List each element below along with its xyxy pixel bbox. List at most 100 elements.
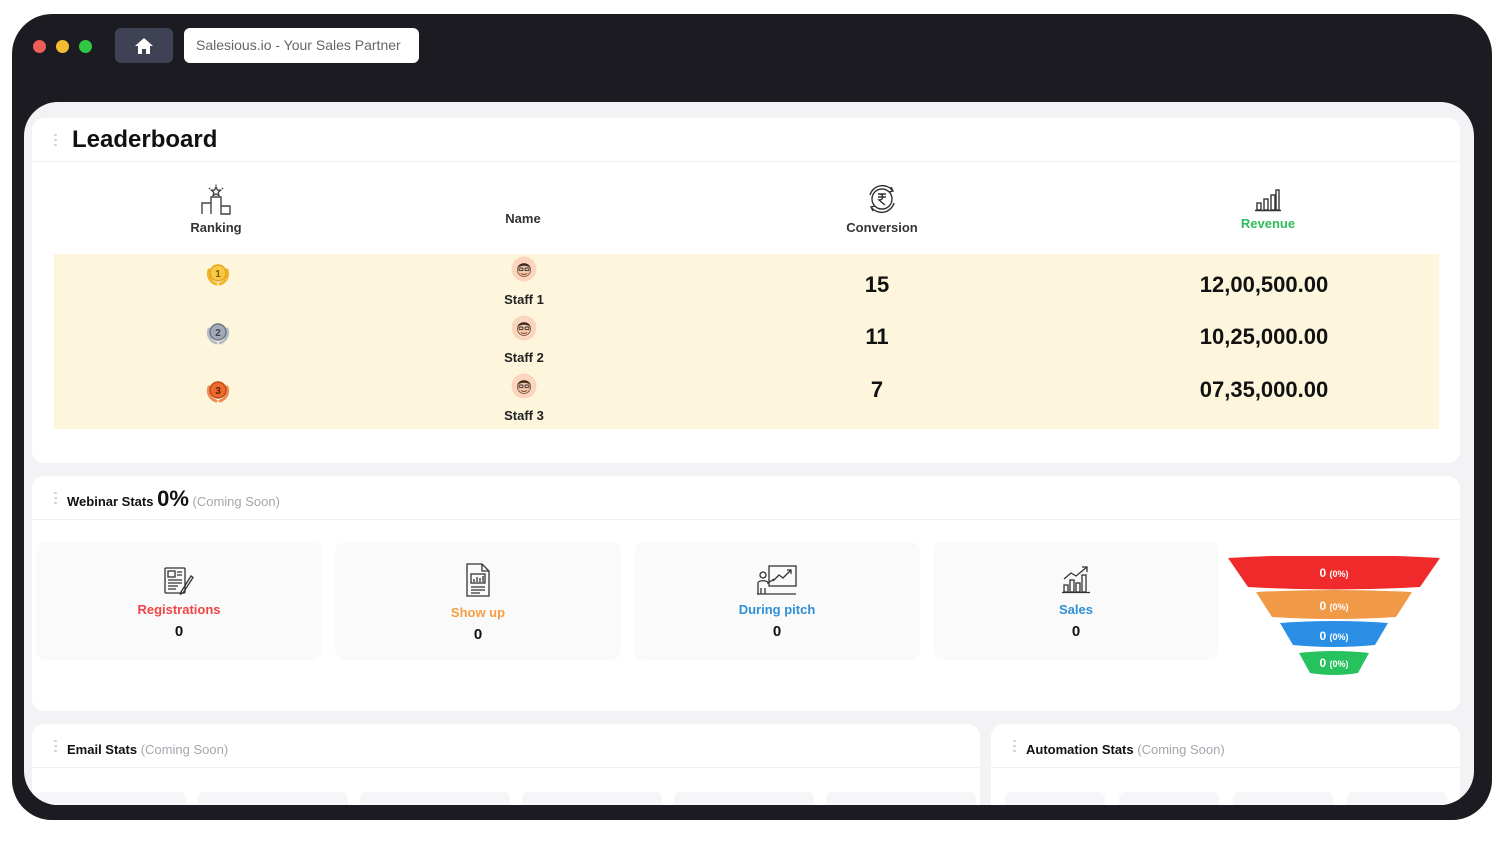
- automation-stats-header: Automation Stats (Coming Soon): [991, 724, 1460, 768]
- stat-label: During pitch: [738, 602, 816, 617]
- funnel-percent: (0%): [1329, 659, 1349, 669]
- app-viewport: Leaderboard Ranking Name Conversion Reve…: [24, 102, 1474, 805]
- column-revenue: Revenue: [1208, 188, 1328, 231]
- funnel-value: 0: [1319, 599, 1327, 613]
- drag-handle-icon[interactable]: [54, 740, 57, 752]
- placeholder-box: [1119, 792, 1219, 805]
- funnel-label-2: 0 (0%): [1284, 599, 1384, 613]
- conversion-value: 11: [865, 324, 889, 349]
- podium-icon: [201, 184, 231, 215]
- placeholder-box: [36, 792, 186, 805]
- funnel-label-4: 0 (0%): [1284, 656, 1384, 670]
- registrations-icon: [164, 567, 194, 596]
- stat-label: Sales: [1059, 602, 1093, 617]
- column-ranking: Ranking: [166, 184, 266, 235]
- leaderboard-rows: 1 Staff 1 15 12,00,500.00 2 Staff 2 11 1…: [54, 254, 1439, 429]
- medal-rank-2: 2: [215, 328, 221, 339]
- automation-stats-card: Automation Stats (Coming Soon): [991, 724, 1460, 805]
- avatar-icon: [511, 373, 537, 399]
- conversion-value: 15: [864, 272, 890, 297]
- conversion-value: 7: [870, 377, 884, 402]
- medal-rank-1: 1: [215, 269, 221, 280]
- email-stats-card: Email Stats (Coming Soon): [32, 724, 980, 805]
- drag-handle-icon[interactable]: [54, 492, 57, 504]
- leaderboard-card: Leaderboard Ranking Name Conversion Reve…: [32, 118, 1460, 463]
- silver-medal-icon: 2: [206, 323, 230, 345]
- stat-value: 0: [473, 626, 483, 643]
- stat-show-up: Show up 0: [335, 542, 621, 660]
- bronze-medal-icon: 3: [206, 381, 230, 403]
- close-window-dot[interactable]: [33, 40, 46, 53]
- email-stats-header: Email Stats (Coming Soon): [32, 724, 980, 768]
- placeholder-box: [522, 792, 662, 805]
- placeholder-box: [1005, 792, 1105, 805]
- coming-soon-label: (Coming Soon): [140, 742, 229, 757]
- stat-sales: Sales 0: [933, 542, 1219, 660]
- email-stats-label: Email Stats: [67, 742, 138, 757]
- placeholder-box: [674, 792, 814, 805]
- browser-window: Salesious.io - Your Sales Partner Leader…: [12, 14, 1492, 820]
- home-icon: [135, 37, 153, 54]
- gold-medal-icon: 1: [206, 264, 230, 286]
- minimize-window-dot[interactable]: [56, 40, 69, 53]
- staff-name: Staff 3: [504, 408, 544, 423]
- leaderboard-header: Leaderboard: [32, 118, 1460, 162]
- webinar-stats-percent: 0%: [157, 486, 189, 511]
- avatar-icon: [511, 315, 537, 341]
- placeholder-box: [1233, 792, 1333, 805]
- coming-soon-label: (Coming Soon): [1137, 742, 1225, 757]
- funnel-percent: (0%): [1329, 569, 1349, 579]
- email-stats-title: Email Stats (Coming Soon): [67, 742, 228, 757]
- document-chart-icon: [466, 563, 490, 597]
- home-button[interactable]: [115, 28, 173, 63]
- staff-name: Staff 2: [504, 350, 544, 365]
- stat-value: 0: [772, 623, 782, 640]
- funnel-percent: (0%): [1329, 602, 1349, 612]
- rupee-cycle-icon: [869, 184, 895, 214]
- revenue-value: 10,25,000.00: [1199, 324, 1329, 349]
- stat-registrations: Registrations 0: [36, 542, 322, 660]
- presentation-icon: [757, 565, 797, 595]
- stat-value: 0: [174, 623, 184, 640]
- column-conversion: Conversion: [822, 182, 942, 235]
- column-name-label: Name: [505, 211, 541, 226]
- webinar-stats-label: Webinar Stats: [67, 494, 154, 509]
- webinar-stats-header: Webinar Stats 0% (Coming Soon): [32, 476, 1460, 520]
- stat-label: Registrations: [137, 602, 221, 617]
- staff-name: Staff 1: [504, 292, 544, 307]
- funnel-value: 0: [1319, 566, 1327, 580]
- column-conversion-label: Conversion: [846, 220, 918, 235]
- drag-handle-icon[interactable]: [1013, 740, 1016, 752]
- funnel-value: 0: [1319, 656, 1327, 670]
- webinar-stats-title: Webinar Stats 0% (Coming Soon): [67, 486, 280, 512]
- funnel-value: 0: [1319, 629, 1327, 643]
- leaderboard-title: Leaderboard: [72, 126, 218, 153]
- webinar-stats-card: Webinar Stats 0% (Coming Soon) Registrat…: [32, 476, 1460, 711]
- maximize-window-dot[interactable]: [79, 40, 92, 53]
- placeholder-box: [1347, 792, 1447, 805]
- revenue-value: 07,35,000.00: [1199, 377, 1329, 402]
- automation-stats-title: Automation Stats (Coming Soon): [1026, 742, 1225, 757]
- column-name: Name: [473, 211, 573, 226]
- funnel-percent: (0%): [1329, 632, 1349, 642]
- column-revenue-label: Revenue: [1240, 216, 1296, 231]
- conversion-funnel: 0 (0%) 0 (0%) 0 (0%) 0 (0%): [1224, 556, 1444, 686]
- stat-during-pitch: During pitch 0: [634, 542, 920, 660]
- placeholder-box: [360, 792, 510, 805]
- placeholder-box: [826, 792, 976, 805]
- stat-label: Show up: [450, 605, 506, 620]
- funnel-label-1: 0 (0%): [1284, 566, 1384, 580]
- growth-chart-icon: [1062, 566, 1090, 594]
- stat-value: 0: [1071, 623, 1081, 640]
- column-ranking-label: Ranking: [190, 220, 242, 235]
- automation-stats-label: Automation Stats: [1026, 742, 1134, 757]
- avatar-icon: [511, 256, 537, 282]
- placeholder-box: [198, 792, 348, 805]
- drag-handle-icon[interactable]: [54, 134, 57, 146]
- medal-rank-3: 3: [215, 386, 221, 397]
- bar-chart-icon: [1255, 189, 1281, 212]
- revenue-value: 12,00,500.00: [1199, 272, 1329, 297]
- coming-soon-label: (Coming Soon): [192, 494, 280, 509]
- funnel-label-3: 0 (0%): [1284, 629, 1384, 643]
- address-bar[interactable]: Salesious.io - Your Sales Partner: [184, 28, 419, 63]
